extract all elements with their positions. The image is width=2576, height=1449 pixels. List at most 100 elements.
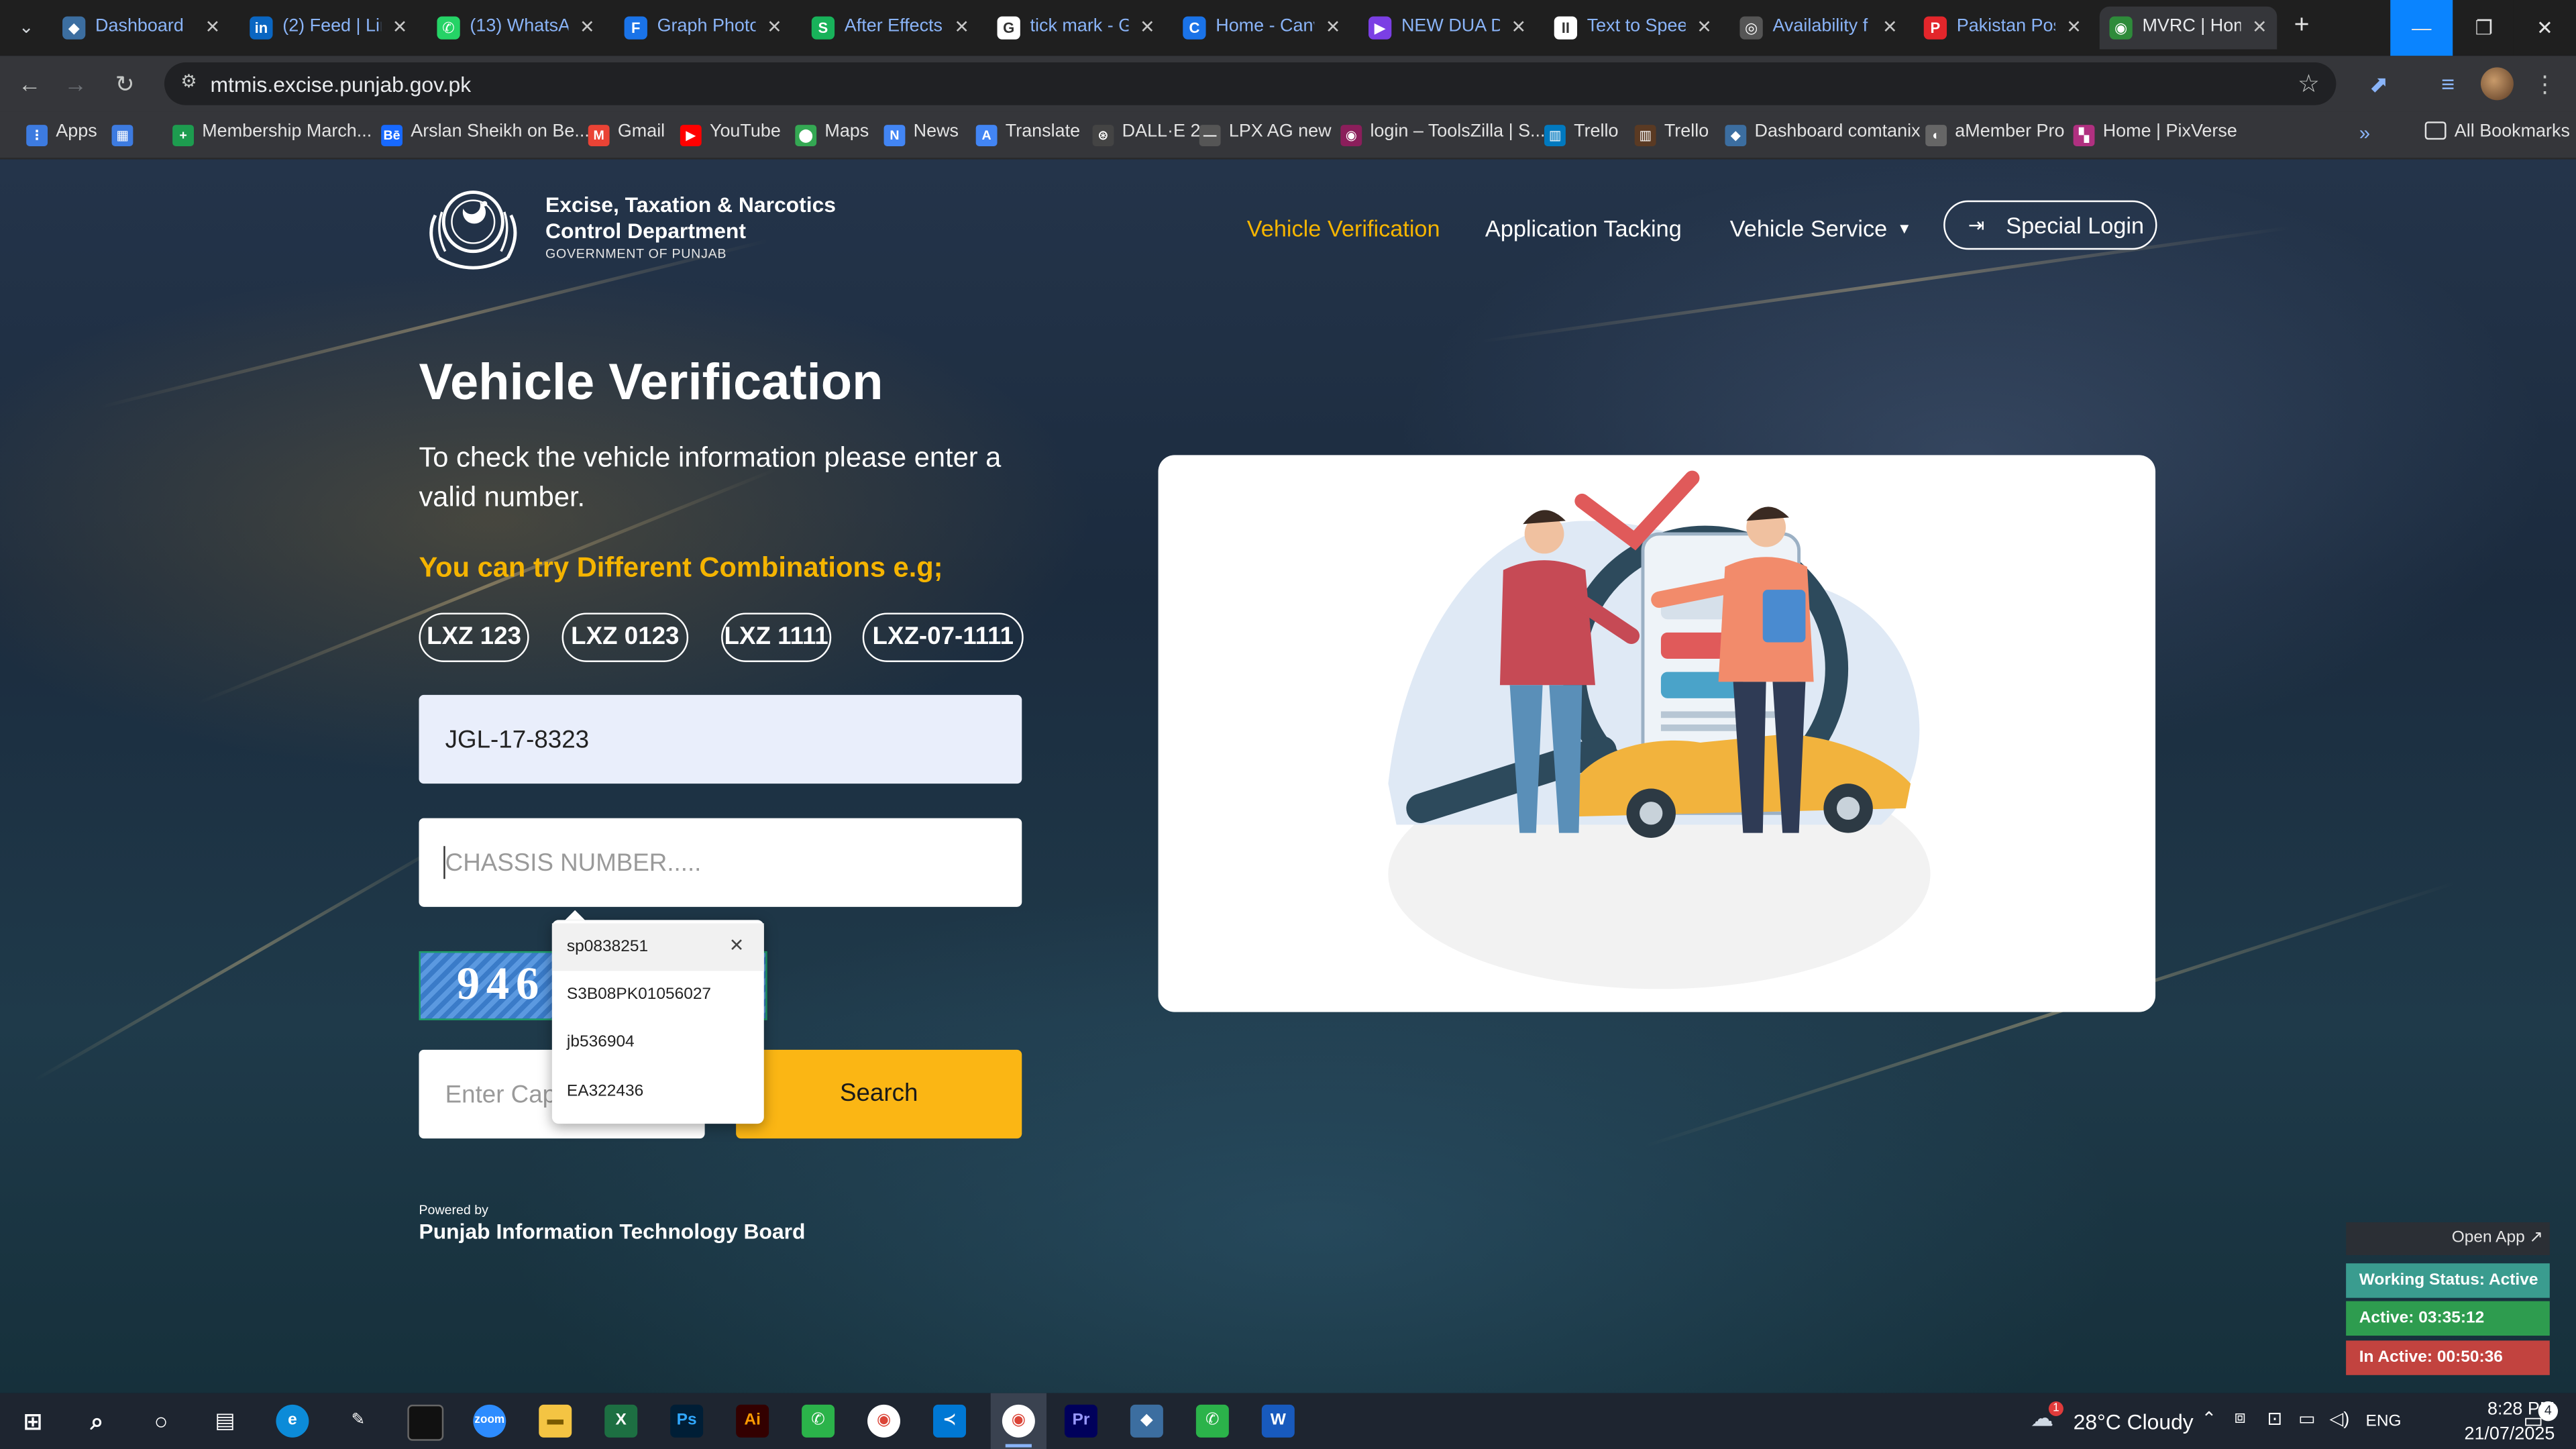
bookmark-item[interactable]: ▥ Trello — [1634, 121, 1709, 148]
edge-icon[interactable]: e — [276, 1404, 309, 1438]
notification-center-icon[interactable]: ▭ 4 — [2518, 1401, 2559, 1436]
browser-tab[interactable]: in (2) Feed | Lin ✕ — [240, 7, 417, 50]
remove-suggestion-icon[interactable]: ✕ — [729, 923, 745, 971]
browser-tab[interactable]: C Home - Canv ✕ — [1173, 7, 1350, 50]
illustrator-icon[interactable]: Ai — [736, 1404, 769, 1438]
chassis-number-input[interactable] — [419, 818, 1022, 907]
tab-close-icon[interactable]: ✕ — [954, 16, 969, 39]
nav-application-tracking[interactable]: Application Tacking — [1485, 215, 1682, 241]
media-controls-icon[interactable]: ≡ — [2431, 67, 2464, 100]
bookmark-item[interactable]: ⋮ Apps — [26, 121, 97, 148]
cortana-icon[interactable]: ○ — [145, 1405, 178, 1438]
volume-icon[interactable]: ◁) — [2330, 1408, 2350, 1429]
autocomplete-item[interactable]: jb536904 — [552, 1018, 764, 1066]
tab-close-icon[interactable]: ✕ — [2066, 16, 2082, 39]
bookmark-item[interactable]: ⊛ DALL·E 2 — [1092, 121, 1200, 148]
example-chip[interactable]: LXZ 1111 — [721, 612, 832, 662]
example-chip[interactable]: LXZ 123 — [419, 612, 529, 662]
autocomplete-item[interactable]: EA322436 — [552, 1068, 764, 1116]
nav-vehicle-service[interactable]: Vehicle Service ▼ — [1730, 215, 1912, 241]
bookmark-item[interactable]: ▥ Trello — [1544, 121, 1619, 148]
tab-search-icon[interactable]: ⌄ — [10, 13, 43, 43]
browser-tab[interactable]: ◆ Dashboard ✕ — [52, 7, 229, 50]
bookmark-item[interactable]: ▶ YouTube — [680, 121, 781, 148]
bookmark-star-icon[interactable]: ☆ — [2298, 69, 2320, 99]
file-explorer-icon[interactable]: ▬ — [539, 1404, 572, 1438]
bookmark-item[interactable]: ▚ Home | PixVerse — [2073, 121, 2237, 148]
search-icon[interactable]: ⌕ — [80, 1405, 113, 1438]
more-menu-icon[interactable]: ⋮ — [2533, 67, 2556, 100]
tab-close-icon[interactable]: ✕ — [1697, 16, 1712, 39]
browser-tab[interactable]: ◎ Availability f ✕ — [1730, 7, 1907, 50]
weather-text[interactable]: 28°C Cloudy — [2074, 1409, 2194, 1434]
browser-tab[interactable]: II Text to Spee ✕ — [1544, 7, 1721, 50]
url-text[interactable]: mtmis.excise.punjab.gov.pk — [210, 72, 471, 97]
task-view-icon[interactable]: ▤ — [209, 1405, 241, 1438]
browser-tab[interactable]: ✆ (13) WhatsAp ✕ — [427, 7, 604, 50]
example-chip[interactable]: LXZ 0123 — [561, 612, 689, 662]
language-indicator[interactable]: ENG — [2366, 1413, 2402, 1431]
search-button[interactable]: Search — [736, 1049, 1022, 1139]
forward-icon[interactable]: → — [59, 67, 92, 100]
tab-close-icon[interactable]: ✕ — [1511, 16, 1527, 39]
bookmark-item[interactable]: M Gmail — [588, 121, 665, 148]
vehicle-number-input[interactable] — [419, 694, 1022, 784]
bookmark-item[interactable]: Bē Arslan Sheikh on Be... — [381, 121, 590, 148]
back-icon[interactable]: ← — [13, 67, 46, 100]
nav-vehicle-verification[interactable]: Vehicle Verification — [1247, 215, 1440, 241]
tab-close-icon[interactable]: ✕ — [580, 16, 595, 39]
open-app-button[interactable]: Open App ↗ — [2346, 1222, 2550, 1256]
terminal-icon[interactable] — [407, 1404, 444, 1441]
phone-app-icon[interactable]: ✆ — [802, 1404, 835, 1438]
address-bar[interactable]: ⚙ mtmis.excise.punjab.gov.pk ☆ — [164, 62, 2337, 105]
zoom-icon[interactable]: zoom — [473, 1404, 506, 1438]
premiere-icon[interactable]: Pr — [1064, 1404, 1097, 1438]
profile-avatar[interactable] — [2480, 67, 2514, 101]
close-window-button[interactable]: ✕ — [2513, 0, 2576, 56]
bookmark-item[interactable]: ◉ login – ToolsZilla | S... — [1340, 121, 1546, 148]
pen-icon[interactable]: ✎ — [341, 1405, 374, 1438]
tab-close-icon[interactable]: ✕ — [1326, 16, 1341, 39]
restore-button[interactable]: ❐ — [2453, 0, 2516, 56]
extensions-icon[interactable]: ⬈ — [2363, 67, 2396, 100]
chrome-icon[interactable]: ◉ — [867, 1404, 901, 1438]
chassis-number-field[interactable] — [419, 818, 1022, 907]
tray-app-icon[interactable]: ⧈ — [2235, 1408, 2246, 1430]
bookmark-item[interactable]: N News — [883, 121, 959, 148]
vehicle-number-field[interactable] — [419, 694, 1022, 784]
tab-close-icon[interactable]: ✕ — [205, 16, 221, 39]
photoshop-icon[interactable]: Ps — [670, 1404, 704, 1438]
tab-close-icon[interactable]: ✕ — [392, 16, 408, 39]
site-info-icon[interactable]: ⚙ — [180, 72, 200, 92]
bookmark-item[interactable]: ⬤ Maps — [795, 121, 869, 148]
excel-icon[interactable]: X — [604, 1404, 638, 1438]
bookmark-item[interactable]: — LPX AG new — [1199, 121, 1332, 148]
bookmark-item[interactable]: ◆ Dashboard comtanix — [1725, 121, 1921, 148]
tray-monitor-icon[interactable]: ⊡ — [2267, 1408, 2283, 1429]
autocomplete-item[interactable]: S3B08PK01056027 — [552, 971, 764, 1018]
phone-app-2-icon[interactable]: ✆ — [1195, 1404, 1229, 1438]
bookmark-item[interactable]: A Translate — [975, 121, 1080, 148]
browser-tab[interactable]: P Pakistan Pos ✕ — [1914, 7, 2091, 50]
bookmark-item[interactable]: ◐ aMember Pro — [1925, 121, 2064, 148]
special-login-button[interactable]: ⇥ Special Login — [1943, 200, 2157, 250]
tab-close-icon[interactable]: ✕ — [2252, 16, 2267, 39]
tab-close-icon[interactable]: ✕ — [1882, 16, 1898, 39]
autocomplete-item[interactable]: sp0838251 ✕ — [551, 923, 764, 971]
app-diamond-icon[interactable]: ◆ — [1130, 1404, 1163, 1438]
tab-close-icon[interactable]: ✕ — [1140, 16, 1155, 39]
chrome-active-icon[interactable]: ◉ — [1002, 1404, 1035, 1438]
new-tab-button[interactable]: + — [2287, 11, 2316, 41]
browser-tab[interactable]: Gtick mark - G ✕ — [987, 7, 1165, 50]
windows-start-icon[interactable]: ⊞ — [16, 1405, 49, 1438]
bookmark-item[interactable]: ▦ — [111, 121, 142, 148]
browser-tab[interactable]: S After Effects ✕ — [802, 7, 979, 50]
tab-close-icon[interactable]: ✕ — [767, 16, 782, 39]
reload-icon[interactable]: ↻ — [109, 67, 142, 100]
bookmark-item[interactable]: + Membership March... — [172, 121, 372, 148]
browser-tab[interactable]: ▶ NEW DUA D ✕ — [1358, 7, 1536, 50]
all-bookmarks[interactable]: All Bookmarks — [2424, 121, 2570, 148]
punjab-emblem-logo[interactable] — [419, 182, 527, 274]
vscode-icon[interactable]: ≺ — [933, 1404, 967, 1438]
browser-tab[interactable]: F Graph Photo ✕ — [614, 7, 792, 50]
